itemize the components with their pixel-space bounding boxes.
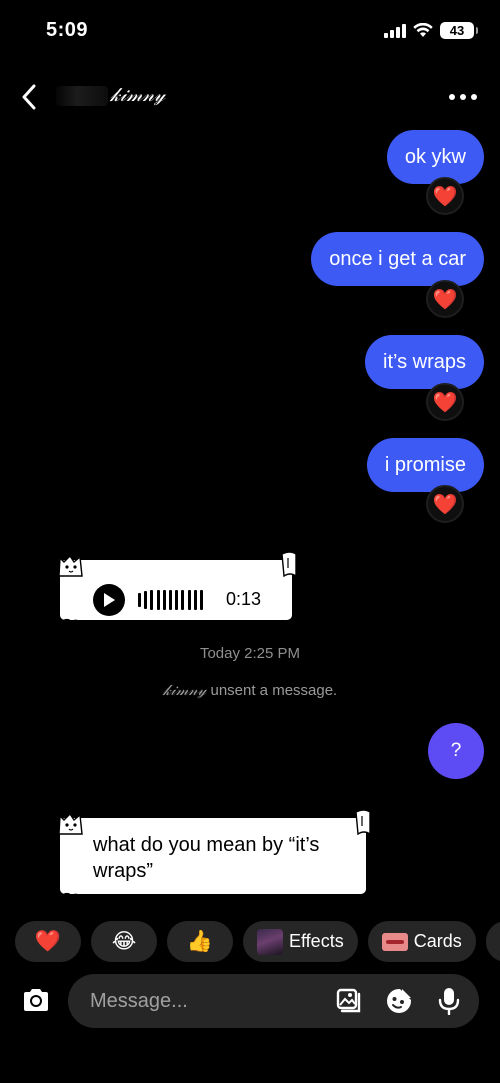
sticker-button[interactable] xyxy=(384,986,414,1016)
gallery-button[interactable] xyxy=(334,986,364,1016)
message-input[interactable] xyxy=(90,974,310,1028)
play-button[interactable] xyxy=(93,584,125,616)
message-timestamp: Today 2:25 PM xyxy=(199,645,301,662)
effects-thumbnail-icon xyxy=(257,928,283,955)
status-bar: 5:09 43 xyxy=(0,0,500,62)
status-icons: 43 xyxy=(384,22,478,39)
voice-duration: 0:13 xyxy=(226,589,262,609)
back-icon xyxy=(22,84,36,110)
voice-message-card[interactable]: 0:13 xyxy=(58,551,297,625)
unsent-text: unsent a message. xyxy=(206,682,338,699)
status-time: 5:09 xyxy=(46,19,89,41)
microphone-button[interactable] xyxy=(434,986,464,1016)
more-icon xyxy=(449,94,455,100)
sent-message-bubble[interactable]: once i get a car xyxy=(311,232,484,286)
cards-icon xyxy=(381,932,408,951)
cat-sticker-icon xyxy=(58,554,83,577)
paw-decoration-icon xyxy=(59,618,81,625)
more-icon-dot xyxy=(460,94,466,100)
sent-message-bubble[interactable]: ok ykw xyxy=(386,130,484,184)
cards-label: Cards xyxy=(413,931,462,951)
sent-message-bubble[interactable]: i promise xyxy=(366,438,484,492)
heart-reaction[interactable]: ❤️ xyxy=(426,280,464,318)
sent-message-bubble[interactable]: ? xyxy=(428,723,484,779)
heart-reaction[interactable]: ❤️ xyxy=(426,177,464,215)
camera-button[interactable] xyxy=(16,978,56,1022)
paw-decoration-icon xyxy=(59,892,81,899)
play-icon xyxy=(104,593,115,607)
signal-icon xyxy=(384,23,406,38)
scroll-curl-icon xyxy=(281,551,297,578)
received-message-text: what do you mean by “it’s wraps” xyxy=(93,834,320,882)
message-composer xyxy=(68,974,479,1028)
camera-icon xyxy=(24,989,48,1011)
gallery-icon xyxy=(336,988,361,1013)
unsent-notice: 𝓀𝒾𝓂𝓃𝓎 unsent a message. xyxy=(0,681,500,699)
effects-label: Effects xyxy=(289,931,344,951)
heart-reaction[interactable]: ❤️ xyxy=(426,383,464,421)
effects-button[interactable]: Effects xyxy=(243,921,358,962)
sent-message-bubble[interactable]: it’s wraps xyxy=(365,335,484,389)
wifi-icon xyxy=(413,23,433,37)
more-chip[interactable] xyxy=(485,921,500,962)
chat-header: 𝓀𝒾𝓂𝓃𝓎 xyxy=(0,70,500,124)
scroll-curl-icon xyxy=(355,809,371,836)
audio-waveform xyxy=(138,589,203,611)
quick-reactions-bar: ❤️ 😂 👍 Effects Cards xyxy=(15,921,500,963)
sticker-icon xyxy=(387,989,411,1013)
thumbs-up-quick-reaction[interactable]: 👍 xyxy=(167,921,233,962)
more-options-button[interactable] xyxy=(446,83,480,111)
laugh-quick-reaction[interactable]: 😂 xyxy=(91,921,157,962)
unsent-username: 𝓀𝒾𝓂𝓃𝓎 xyxy=(162,681,207,699)
microphone-icon xyxy=(438,988,460,1015)
cards-button[interactable]: Cards xyxy=(367,921,476,962)
name-redaction xyxy=(56,86,108,106)
back-button[interactable] xyxy=(12,80,46,114)
battery-indicator: 43 xyxy=(440,22,478,39)
heart-quick-reaction[interactable]: ❤️ xyxy=(15,921,81,962)
cat-sticker-icon xyxy=(58,812,83,835)
contact-name[interactable]: 𝓀𝒾𝓂𝓃𝓎 xyxy=(56,84,165,106)
more-icon-dot xyxy=(471,94,477,100)
contact-name-text: 𝓀𝒾𝓂𝓃𝓎 xyxy=(110,84,166,106)
received-message-card[interactable]: what do you mean by “it’s wraps” xyxy=(58,809,371,899)
heart-reaction[interactable]: ❤️ xyxy=(426,485,464,523)
